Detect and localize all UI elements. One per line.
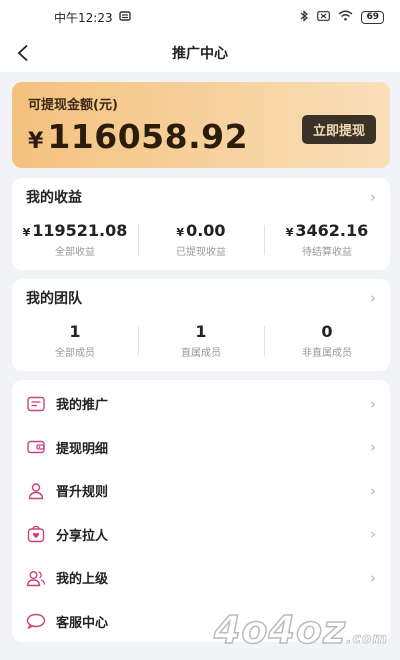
stat-label: 全部收益 bbox=[55, 246, 95, 258]
balance-value: 116058.92 bbox=[47, 117, 249, 156]
stat-label: 非直属成员 bbox=[302, 347, 352, 359]
person-icon bbox=[26, 481, 46, 501]
menu-item-my-superior[interactable]: 我的上级 › bbox=[12, 556, 390, 600]
heart-bag-icon bbox=[26, 524, 46, 544]
sim-off-icon bbox=[317, 10, 331, 24]
menu-item-promotion-rules[interactable]: 晋升规则 › bbox=[12, 469, 390, 513]
stat-direct-members: 1 直属成员 bbox=[138, 322, 264, 359]
chevron-right-icon: › bbox=[370, 188, 376, 206]
chevron-left-icon bbox=[17, 44, 28, 62]
chevron-right-icon: › bbox=[370, 481, 376, 500]
back-button[interactable] bbox=[12, 40, 34, 66]
menu-item-share-invite[interactable]: 分享拉人 › bbox=[12, 513, 390, 557]
stat-value: 1 bbox=[69, 321, 81, 341]
withdraw-button[interactable]: 立即提现 bbox=[301, 115, 376, 144]
site-watermark: 4o4oz.com bbox=[213, 607, 388, 653]
status-time: 中午12:23 bbox=[54, 10, 113, 25]
page-title: 推广中心 bbox=[172, 46, 228, 62]
stat-label: 已提现收益 bbox=[176, 246, 226, 258]
status-bar: 中午12:23 69 bbox=[0, 0, 400, 34]
wifi-icon bbox=[338, 10, 353, 24]
balance-card: 可提现金额(元) ¥ 116058.92 立即提现 bbox=[12, 82, 390, 168]
chat-icon bbox=[26, 611, 46, 631]
stat-all-members: 1 全部成员 bbox=[12, 322, 138, 359]
stat-value: 0.00 bbox=[186, 220, 226, 240]
currency-symbol: ¥ bbox=[285, 225, 294, 239]
stat-value: 0 bbox=[321, 321, 333, 341]
stat-withdrawn-earnings: ¥0.00 已提现收益 bbox=[138, 221, 264, 258]
team-card: 我的团队 › 1 全部成员 1 直属成员 0 非直属成员 bbox=[12, 279, 390, 371]
stat-value: 119521.08 bbox=[32, 220, 128, 240]
menu-list: 我的推广 › 提现明细 › 晋升规则 › 分享拉人 › 我的上级 › 客服中心 bbox=[12, 380, 390, 642]
menu-item-my-promotion[interactable]: 我的推广 › bbox=[12, 382, 390, 426]
stat-label: 待结算收益 bbox=[302, 246, 352, 258]
menu-item-withdraw-details[interactable]: 提现明细 › bbox=[12, 426, 390, 470]
stat-indirect-members: 0 非直属成员 bbox=[264, 322, 390, 359]
earnings-title: 我的收益 bbox=[26, 190, 82, 206]
earnings-card: 我的收益 › ¥119521.08 全部收益 ¥0.00 已提现收益 ¥3462… bbox=[12, 178, 390, 270]
chevron-right-icon: › bbox=[370, 394, 376, 413]
chevron-right-icon: › bbox=[370, 438, 376, 457]
users-icon bbox=[26, 568, 46, 588]
menu-label: 分享拉人 bbox=[56, 528, 109, 544]
chevron-right-icon: › bbox=[370, 525, 376, 544]
stat-total-earnings: ¥119521.08 全部收益 bbox=[12, 221, 138, 258]
earnings-stats: ¥119521.08 全部收益 ¥0.00 已提现收益 ¥3462.16 待结算… bbox=[12, 216, 390, 268]
menu-label: 我的推广 bbox=[56, 398, 109, 414]
menu-label: 晋升规则 bbox=[56, 485, 109, 501]
notification-icon bbox=[118, 10, 131, 25]
currency-symbol: ¥ bbox=[176, 225, 185, 239]
balance-label: 可提现金额(元) bbox=[28, 98, 118, 113]
chevron-right-icon: › bbox=[370, 568, 376, 587]
nav-bar: 推广中心 bbox=[0, 34, 400, 72]
menu-label: 我的上级 bbox=[56, 572, 109, 588]
stat-pending-earnings: ¥3462.16 待结算收益 bbox=[264, 221, 390, 258]
balance-currency: ¥ bbox=[28, 129, 44, 154]
stat-label: 全部成员 bbox=[55, 347, 95, 359]
battery-icon: 69 bbox=[361, 10, 384, 24]
promotion-icon bbox=[26, 394, 46, 414]
team-title: 我的团队 bbox=[26, 291, 82, 307]
earnings-header[interactable]: 我的收益 › bbox=[12, 178, 390, 216]
team-stats: 1 全部成员 1 直属成员 0 非直属成员 bbox=[12, 317, 390, 369]
team-header[interactable]: 我的团队 › bbox=[12, 279, 390, 317]
watermark-suffix: .com bbox=[346, 631, 388, 648]
stat-value: 1 bbox=[195, 321, 207, 341]
menu-label: 提现明细 bbox=[56, 441, 109, 457]
currency-symbol: ¥ bbox=[22, 225, 31, 239]
stat-label: 直属成员 bbox=[181, 347, 221, 359]
chevron-right-icon: › bbox=[370, 289, 376, 307]
watermark-text: 4o4oz bbox=[213, 607, 347, 653]
bluetooth-icon bbox=[300, 9, 309, 25]
wallet-icon bbox=[26, 437, 46, 457]
stat-value: 3462.16 bbox=[295, 220, 369, 240]
